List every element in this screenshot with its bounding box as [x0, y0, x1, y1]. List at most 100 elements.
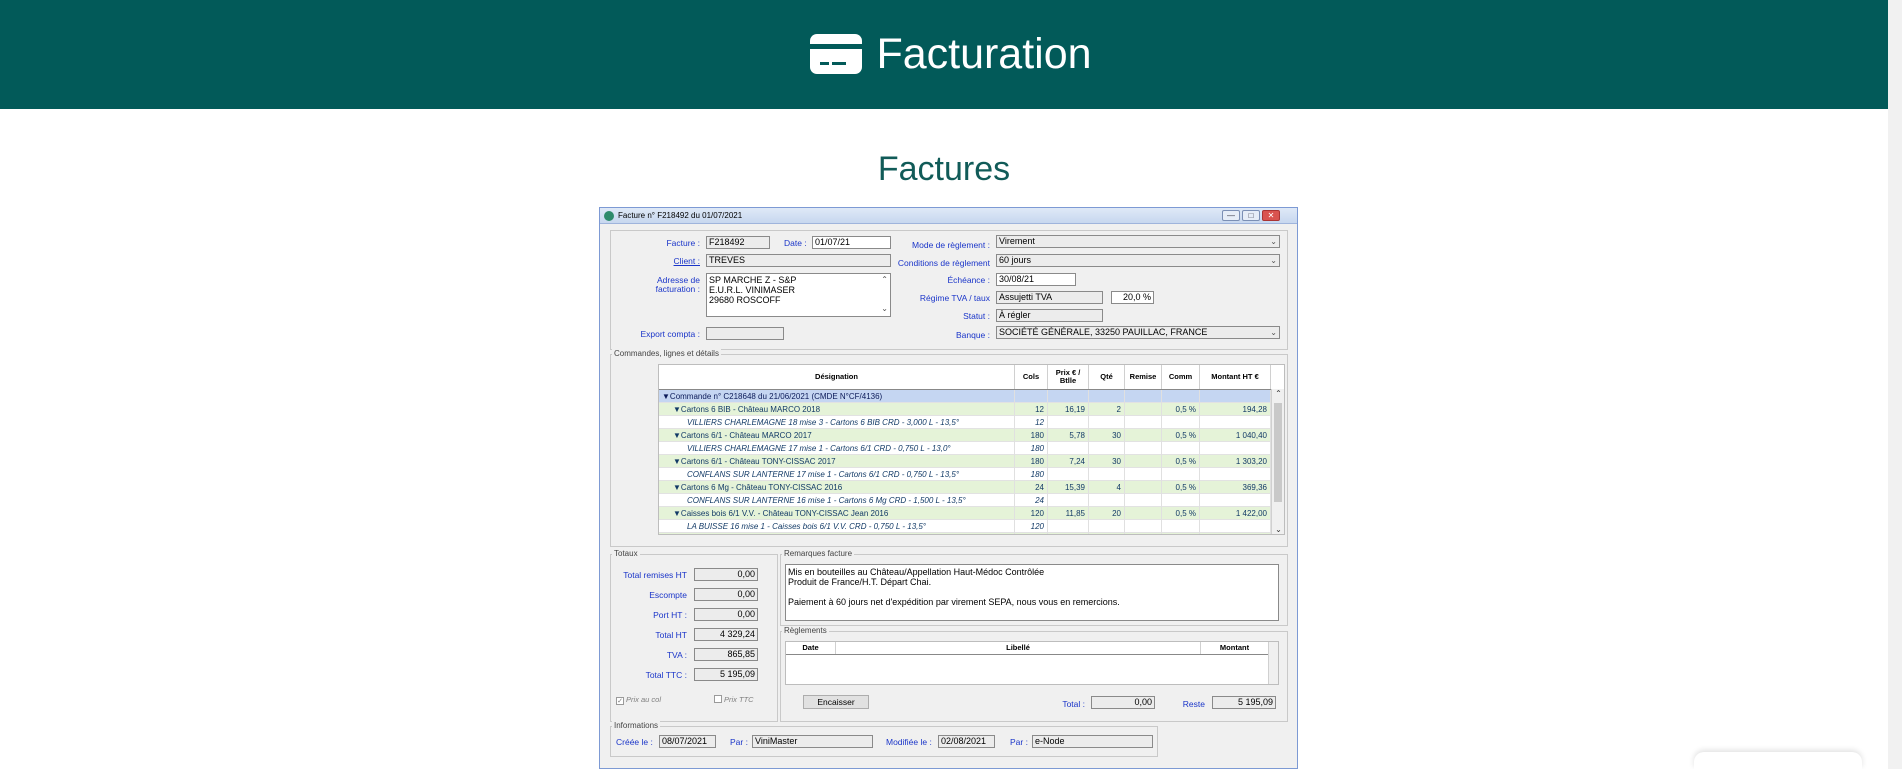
- table-scrollbar[interactable]: ⌃ ⌄: [1271, 389, 1284, 534]
- cell-prix: [1048, 533, 1089, 534]
- table-row[interactable]: ▼Cartons 6 Mg - Château TONY-CISSAC 2016…: [659, 481, 1271, 494]
- escompte-field[interactable]: 0,00: [694, 588, 758, 601]
- scroll-down-icon[interactable]: ⌄: [1272, 525, 1284, 534]
- adresse-textarea[interactable]: SP MARCHE Z - S&P E.U.R.L. VINIMASER 296…: [706, 273, 891, 317]
- creee-label: Créée le :: [616, 737, 653, 747]
- cell-prix: 5,78: [1048, 429, 1089, 442]
- prix-au-col-label: Prix au col: [626, 695, 662, 704]
- table-row[interactable]: ▼Cartons 6/1 - Château MARCO 2017 180 5,78…: [659, 429, 1271, 442]
- reste-field[interactable]: 5 195,09: [1212, 696, 1276, 709]
- table-row[interactable]: VILLIERS CHARLEMAGNE 17 mise 1 - Cartons…: [659, 442, 1271, 455]
- remarque-line: Mis en bouteilles au Château/Appellation…: [788, 567, 1045, 577]
- total-ht-field[interactable]: 4 329,24: [694, 628, 758, 641]
- tva-field[interactable]: 865,85: [694, 648, 758, 661]
- cell-remise: [1125, 533, 1162, 534]
- cell-designation: ▼Cartons 6 BIB - Château MARCO 2018: [659, 403, 1015, 416]
- cell-prix: [1048, 520, 1089, 533]
- table-row[interactable]: ▼Caisses bois 6/1 V.V. - Château TONY-CI…: [659, 507, 1271, 520]
- cell-comm: 0,5 %: [1162, 533, 1200, 534]
- cell-montant: [1200, 533, 1271, 534]
- column-header-qte[interactable]: Qté: [1089, 365, 1125, 389]
- page-scrollbar[interactable]: [1888, 0, 1902, 769]
- echeance-field[interactable]: 30/08/21: [996, 273, 1076, 286]
- chevron-down-icon: ⌄: [1270, 237, 1277, 246]
- remarques-group-title: Remarques facture: [782, 549, 855, 558]
- column-header-montant[interactable]: Montant HT €: [1200, 365, 1271, 389]
- export-field[interactable]: [706, 327, 784, 340]
- client-field[interactable]: TREVES: [706, 254, 891, 267]
- encaisser-button[interactable]: Encaisser: [803, 695, 869, 709]
- statut-field[interactable]: À régler: [996, 309, 1103, 322]
- maximize-button[interactable]: □: [1242, 210, 1260, 221]
- column-header-comm[interactable]: Comm: [1162, 365, 1200, 389]
- modifiee-field[interactable]: 02/08/2021: [938, 735, 995, 748]
- cell-designation: ▼Cartons 6/1 - Château TONY-CISSAC 2017: [659, 455, 1015, 468]
- cell-qte: 30: [1089, 429, 1125, 442]
- cell-prix: [1048, 468, 1089, 481]
- client-link[interactable]: Client :: [630, 256, 700, 266]
- column-header-cols[interactable]: Cols: [1015, 365, 1048, 389]
- cell-remise: [1125, 390, 1162, 403]
- floating-widget[interactable]: [1694, 752, 1862, 769]
- table-row[interactable]: ▼Palettes E... 4 0,5 %: [659, 533, 1271, 534]
- reglements-total-field[interactable]: 0,00: [1091, 696, 1155, 709]
- scroll-up-icon[interactable]: ⌃: [1272, 389, 1284, 398]
- cell-montant: 1 040,40: [1200, 429, 1271, 442]
- cell-cols: 12: [1015, 416, 1048, 429]
- cell-qte: 4: [1089, 481, 1125, 494]
- reglements-table: Date Libellé Montant: [785, 641, 1279, 685]
- prix-ttc-label: Prix TTC: [724, 695, 754, 704]
- par-label: Par :: [1010, 737, 1028, 747]
- par-field[interactable]: ViniMaster: [752, 735, 873, 748]
- column-header-designation[interactable]: Désignation: [659, 365, 1015, 389]
- cell-comm: [1162, 390, 1200, 403]
- column-header-prix[interactable]: Prix € / Btlle: [1048, 365, 1089, 389]
- column-header-date[interactable]: Date: [786, 642, 836, 654]
- cell-montant: [1200, 390, 1271, 403]
- remarque-line: Paiement à 60 jours net d'expédition par…: [788, 597, 1120, 607]
- mode-reglement-select[interactable]: Virement ⌄: [996, 235, 1280, 248]
- table-row[interactable]: LA BUISSE 16 mise 1 - Caisses bois 6/1 V…: [659, 520, 1271, 533]
- window-titlebar: Facture n° F218492 du 01/07/2021 — □ ✕: [600, 208, 1297, 224]
- taux-field[interactable]: 20,0 %: [1111, 291, 1154, 304]
- prix-ttc-checkbox[interactable]: Prix TTC: [714, 695, 754, 704]
- table-row[interactable]: ▼Commande n° C218648 du 21/06/2021 (CMDE…: [659, 390, 1271, 403]
- reglements-group-title: Règlements: [782, 626, 829, 635]
- modifiee-label: Modifiée le :: [886, 737, 932, 747]
- remises-field[interactable]: 0,00: [694, 568, 758, 581]
- cell-cols: 24: [1015, 481, 1048, 494]
- close-button[interactable]: ✕: [1262, 210, 1280, 221]
- checkmark-icon: ✓: [616, 697, 624, 705]
- port-field[interactable]: 0,00: [694, 608, 758, 621]
- banque-value: SOCIÉTÉ GÉNÉRALE, 33250 PAUILLAC, FRANCE: [999, 327, 1208, 337]
- creee-field[interactable]: 08/07/2021: [659, 735, 716, 748]
- cell-designation: ▼Caisses bois 6/1 V.V. - Château TONY-CI…: [659, 507, 1015, 520]
- remarque-line: [788, 587, 1276, 597]
- table-row[interactable]: CONFLANS SUR LANTERNE 17 mise 1 - Carton…: [659, 468, 1271, 481]
- facture-field[interactable]: F218492: [706, 236, 770, 249]
- mode-reglement-label: Mode de règlement :: [912, 240, 990, 250]
- remarques-textarea[interactable]: Mis en bouteilles au Château/Appellation…: [785, 564, 1279, 621]
- table-row[interactable]: CONFLANS SUR LANTERNE 16 mise 1 - Carton…: [659, 494, 1271, 507]
- banque-select[interactable]: SOCIÉTÉ GÉNÉRALE, 33250 PAUILLAC, FRANCE…: [996, 326, 1280, 339]
- scrollbar-thumb[interactable]: [1274, 403, 1282, 502]
- cell-remise: [1125, 455, 1162, 468]
- reglements-scrollbar[interactable]: [1268, 642, 1278, 684]
- column-header-remise[interactable]: Remise: [1125, 365, 1162, 389]
- regime-field[interactable]: Assujetti TVA: [996, 291, 1103, 304]
- par-field[interactable]: e-Node: [1032, 735, 1153, 748]
- total-ttc-field[interactable]: 5 195,09: [694, 668, 758, 681]
- cell-remise: [1125, 507, 1162, 520]
- prix-au-col-checkbox[interactable]: ✓ Prix au col: [616, 695, 661, 705]
- table-row[interactable]: ▼Cartons 6/1 - Château TONY-CISSAC 2017 1…: [659, 455, 1271, 468]
- minimize-button[interactable]: —: [1222, 210, 1240, 221]
- cell-designation: LA BUISSE 16 mise 1 - Caisses bois 6/1 V…: [659, 520, 1015, 533]
- conditions-select[interactable]: 60 jours ⌄: [996, 254, 1280, 267]
- cell-designation: VILLIERS CHARLEMAGNE 17 mise 1 - Cartons…: [659, 442, 1015, 455]
- date-label: Date :: [784, 238, 807, 248]
- table-row[interactable]: VILLIERS CHARLEMAGNE 18 mise 3 - Cartons…: [659, 416, 1271, 429]
- column-header-montant[interactable]: Montant: [1201, 642, 1269, 654]
- cell-montant: [1200, 416, 1271, 429]
- column-header-libelle[interactable]: Libellé: [836, 642, 1201, 654]
- table-row[interactable]: ▼Cartons 6 BIB - Château MARCO 2018 12 16,…: [659, 403, 1271, 416]
